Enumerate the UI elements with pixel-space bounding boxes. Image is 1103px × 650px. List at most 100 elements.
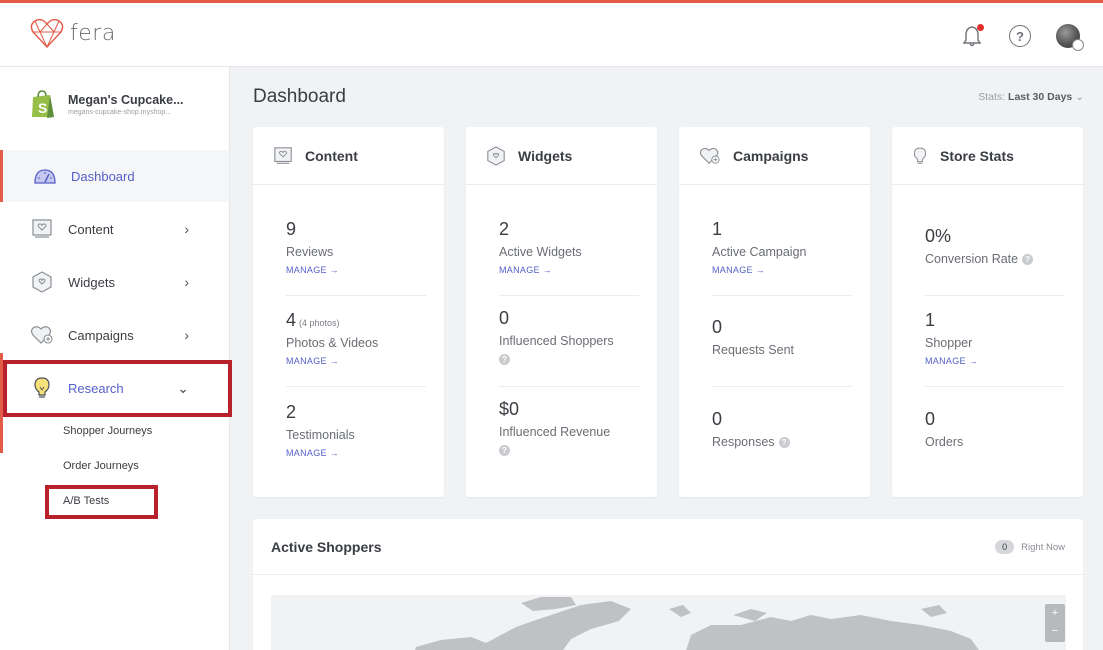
stat-label: Active Widgets: [499, 245, 582, 259]
stat-value: 1: [712, 219, 723, 239]
manage-campaigns-link[interactable]: MANAGE →: [712, 265, 807, 275]
divider: [499, 386, 639, 387]
stat-label: Orders: [925, 435, 964, 449]
stat-label: Shopper: [925, 336, 973, 350]
manage-shoppers-link[interactable]: MANAGE →: [925, 356, 978, 366]
lightbulb-icon: [913, 147, 927, 164]
content-icon: [274, 146, 292, 164]
right-now-indicator: 0 Right Now: [995, 540, 1065, 554]
sidebar-item-label: Dashboard: [71, 168, 135, 184]
help-tooltip-icon[interactable]: ?: [778, 436, 790, 448]
stat-label: Photos & Videos: [286, 336, 379, 350]
stat-value: 0: [712, 409, 723, 429]
ab-tests-highlight-box: [45, 485, 158, 519]
help-icon: ?: [1009, 25, 1031, 47]
fera-logo[interactable]: fera: [30, 17, 116, 49]
stat-label: Testimonials: [286, 428, 355, 442]
card-title: Content: [305, 147, 358, 164]
card-title: Campaigns: [733, 147, 809, 164]
logo-text: fera: [70, 20, 116, 46]
top-bar: fera ?: [0, 0, 1103, 67]
sidebar-item-label: Content: [68, 221, 114, 237]
store-name: Megan's Cupcake...: [68, 92, 184, 107]
stat-label: Requests Sent: [712, 343, 794, 357]
chevron-right-icon: ›: [184, 221, 189, 237]
sidebar-item-label: Campaigns: [68, 327, 134, 343]
manage-photos-link[interactable]: MANAGE →: [286, 356, 378, 366]
dashboard-gauge-icon: [33, 165, 57, 187]
chevron-right-icon: ›: [184, 327, 189, 343]
campaigns-card: Campaigns 1 Active Campaign MANAGE → 0 R…: [679, 127, 870, 497]
stat-label: Active Campaign: [712, 245, 807, 259]
divider: [712, 295, 852, 296]
stat-note: (4 photos): [299, 318, 340, 328]
active-shoppers-panel: Active Shoppers 0 Right Now + −: [253, 519, 1083, 650]
stat-value: 2: [286, 402, 297, 422]
widgets-card: Widgets 2 Active Widgets MANAGE → 0 Infl…: [466, 127, 657, 497]
section-title: Active Shoppers: [271, 538, 382, 555]
sidebar-item-label: Widgets: [68, 274, 115, 290]
svg-text:S: S: [38, 100, 47, 116]
sidebar-item-widgets[interactable]: Widgets ›: [0, 256, 229, 308]
content-card: Content 9 Reviews MANAGE → 4 (4 photos) P…: [253, 127, 444, 497]
research-highlight-box: [3, 360, 232, 417]
stat-label: Influenced Shoppers: [499, 334, 614, 348]
shopify-icon: S: [30, 89, 56, 119]
store-url: megans-cupcake-shop.myshop...: [68, 108, 172, 116]
heart-logo-icon: [30, 18, 64, 49]
gear-icon: [1072, 39, 1084, 51]
help-button[interactable]: ?: [1007, 23, 1033, 49]
manage-testimonials-link[interactable]: MANAGE →: [286, 448, 355, 458]
subnav-shopper-journeys[interactable]: Shopper Journeys: [63, 425, 152, 437]
store-selector[interactable]: S Megan's Cupcake... megans-cupcake-shop…: [30, 89, 184, 119]
subnav-order-journeys[interactable]: Order Journeys: [63, 460, 139, 472]
world-map[interactable]: [271, 595, 1066, 650]
right-now-label: Right Now: [1021, 541, 1065, 553]
divider: [925, 295, 1065, 296]
sidebar-item-dashboard[interactable]: Dashboard: [0, 150, 229, 202]
active-count-badge: 0: [995, 540, 1015, 554]
map-zoom-control[interactable]: + −: [1045, 604, 1065, 642]
stat-value: 0: [712, 317, 723, 337]
manage-reviews-link[interactable]: MANAGE →: [286, 265, 339, 275]
stat-value: 0: [499, 308, 510, 328]
sidebar: S Megan's Cupcake... megans-cupcake-shop…: [0, 67, 230, 650]
help-tooltip-icon[interactable]: ?: [1022, 253, 1034, 265]
stat-label: Influenced Revenue: [499, 425, 611, 439]
zoom-in-button[interactable]: +: [1045, 604, 1065, 622]
stat-value: 0%: [925, 226, 952, 246]
divider: [712, 386, 852, 387]
sidebar-item-content[interactable]: Content ›: [0, 203, 229, 255]
help-tooltip-icon[interactable]: ?: [499, 445, 510, 456]
stat-value: 9: [286, 219, 297, 239]
help-tooltip-icon[interactable]: ?: [499, 354, 510, 365]
stat-value: 0: [925, 409, 936, 429]
stats-range-value: Last 30 Days: [1008, 91, 1073, 103]
widgets-icon: [487, 145, 505, 166]
stats-range-dropdown[interactable]: Stats: Last 30 Days ⌄: [978, 91, 1084, 103]
stat-label: Responses: [712, 435, 775, 449]
divider: [286, 295, 426, 296]
account-button[interactable]: [1055, 23, 1084, 51]
campaigns-icon: [30, 324, 54, 346]
divider: [925, 386, 1065, 387]
chevron-down-icon: ⌄: [1075, 91, 1084, 103]
widgets-icon: [30, 271, 54, 293]
notifications-button[interactable]: [959, 23, 985, 49]
sidebar-item-campaigns[interactable]: Campaigns ›: [0, 309, 229, 361]
avatar: [1056, 24, 1084, 51]
manage-widgets-link[interactable]: MANAGE →: [499, 265, 582, 275]
card-title: Widgets: [518, 147, 573, 164]
content-icon: [30, 218, 54, 240]
zoom-out-button[interactable]: −: [1045, 622, 1065, 640]
stat-value: $0: [499, 399, 520, 419]
divider: [499, 295, 639, 296]
chevron-right-icon: ›: [184, 274, 189, 290]
stat-value: 4: [286, 310, 297, 330]
store-stats-card: Store Stats 0% Conversion Rate? 1 Shoppe…: [892, 127, 1083, 497]
notification-dot: [977, 24, 984, 31]
campaigns-icon: [699, 147, 720, 164]
card-title: Store Stats: [940, 147, 1014, 164]
divider: [286, 386, 426, 387]
page-title: Dashboard: [253, 86, 346, 107]
